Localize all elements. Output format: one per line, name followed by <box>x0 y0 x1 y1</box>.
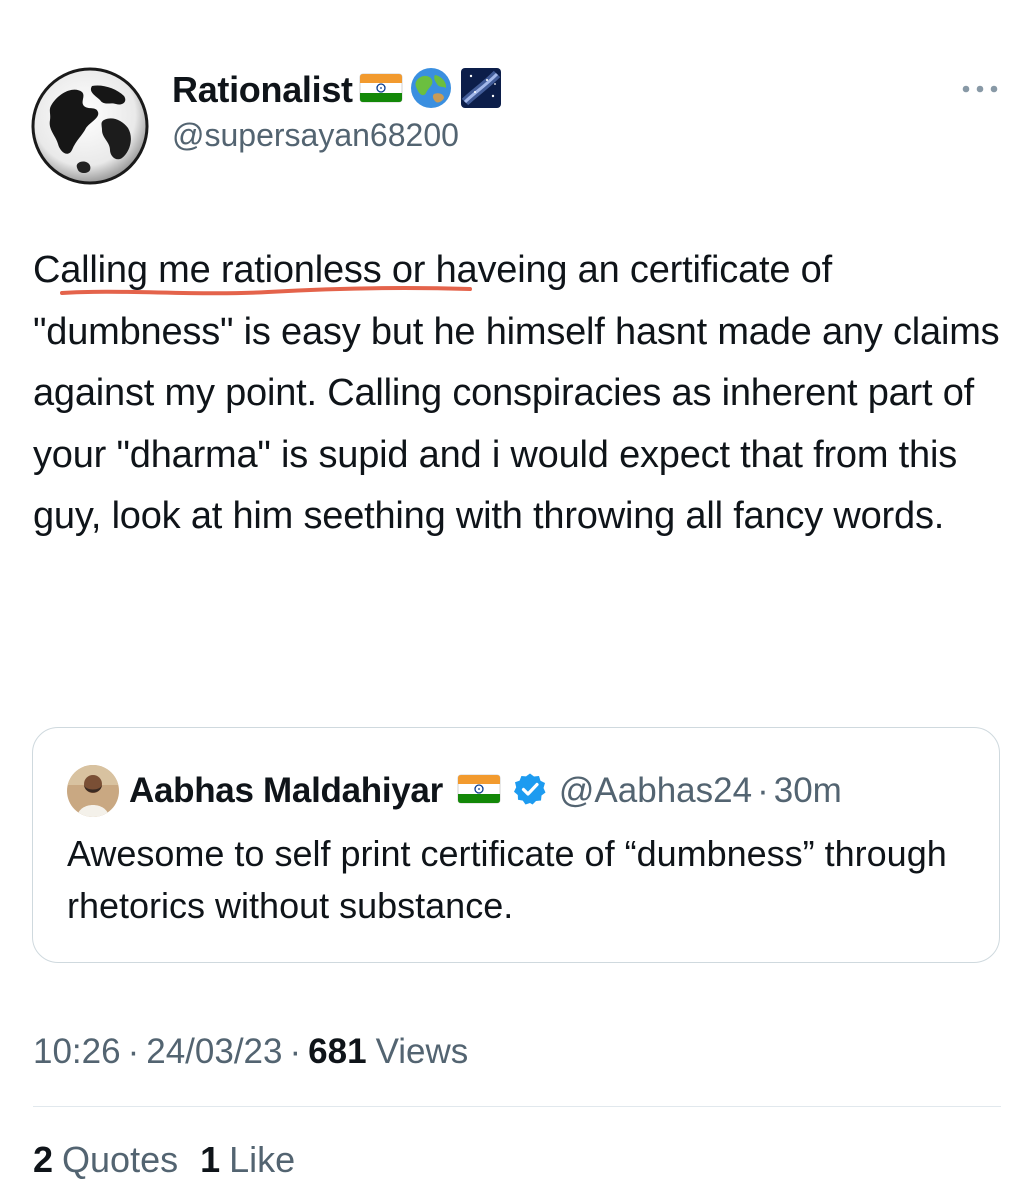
tweet-date[interactable]: 24/03/23 <box>146 1032 282 1072</box>
divider <box>33 1106 1001 1107</box>
likes-label: Like <box>229 1139 296 1180</box>
tweet-meta-row: 10:26 · 24/03/23 · 681 Views <box>33 1030 468 1074</box>
quoted-author-handle: @Aabhas24 <box>558 771 753 810</box>
likes-link[interactable]: 1 Like <box>200 1139 295 1181</box>
author-display-name[interactable]: Rationalist <box>172 69 353 111</box>
meta-separator-dot: · <box>127 1032 140 1071</box>
views-label: Views <box>375 1032 469 1071</box>
india-flag-icon <box>359 72 403 109</box>
globe-icon <box>409 66 453 115</box>
quoted-tweet-time: 30m <box>773 771 842 810</box>
quotes-count: 2 <box>33 1139 54 1180</box>
author-avatar[interactable] <box>30 66 150 186</box>
meta-separator-dot: · <box>289 1032 302 1071</box>
engagement-stats-row: 2 Quotes 1 Like <box>33 1138 317 1182</box>
quoted-tweet-card[interactable]: Aabhas Maldahiyar @Aabhas24 · 30m Awesom… <box>32 727 1000 963</box>
author-handle[interactable]: @supersayan68200 <box>172 117 459 154</box>
quoted-author-avatar <box>67 765 119 817</box>
india-flag-icon <box>457 774 501 809</box>
quoted-tweet-text: Awesome to self print certificate of “du… <box>67 833 947 926</box>
author-name-row: Rationalist <box>172 66 503 115</box>
verified-badge-icon <box>513 772 547 811</box>
quoted-separator-dot: · <box>757 771 769 810</box>
quotes-label: Quotes <box>62 1139 179 1180</box>
tweet-time[interactable]: 10:26 <box>33 1032 121 1072</box>
more-options-button[interactable] <box>955 72 1005 106</box>
underline-annotation <box>60 286 472 296</box>
more-dots-icon <box>962 85 998 93</box>
likes-count: 1 <box>200 1139 221 1180</box>
quotes-link[interactable]: 2 Quotes <box>33 1139 178 1181</box>
quoted-author-name: Aabhas Maldahiyar <box>129 771 443 810</box>
views-count: 681 <box>308 1032 367 1071</box>
quoted-tweet-header: Aabhas Maldahiyar @Aabhas24 · 30m <box>67 765 842 817</box>
milky-way-icon <box>459 66 503 115</box>
